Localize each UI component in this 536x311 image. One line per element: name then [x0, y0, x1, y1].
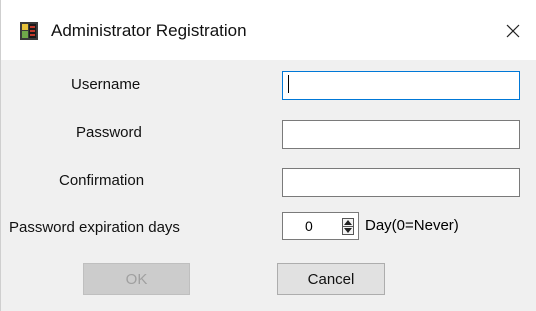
spin-buttons[interactable]	[342, 218, 354, 235]
expiration-unit-label: Day(0=Never)	[365, 217, 459, 234]
close-button[interactable]	[497, 16, 529, 46]
text-caret	[288, 75, 289, 93]
password-label: Password	[76, 124, 142, 141]
username-input[interactable]	[282, 71, 520, 100]
title-bar: Administrator Registration	[1, 0, 536, 60]
confirmation-input[interactable]	[282, 168, 520, 197]
expiration-label: Password expiration days	[9, 219, 180, 236]
password-input[interactable]	[282, 120, 520, 149]
expiration-days-value[interactable]: 0	[305, 217, 313, 235]
expiration-days-stepper[interactable]: 0	[282, 212, 359, 240]
app-icon	[19, 21, 39, 41]
spin-down-icon[interactable]	[344, 228, 352, 233]
ok-button[interactable]: OK	[83, 263, 190, 295]
window-title: Administrator Registration	[51, 21, 247, 40]
spin-divider	[343, 226, 353, 227]
username-label: Username	[71, 76, 141, 93]
close-icon	[506, 24, 520, 38]
dialog-window: Administrator Registration Username Pass…	[0, 0, 536, 311]
cancel-button[interactable]: Cancel	[277, 263, 385, 295]
spin-up-icon[interactable]	[344, 220, 352, 225]
confirmation-label: Confirmation	[59, 172, 145, 189]
